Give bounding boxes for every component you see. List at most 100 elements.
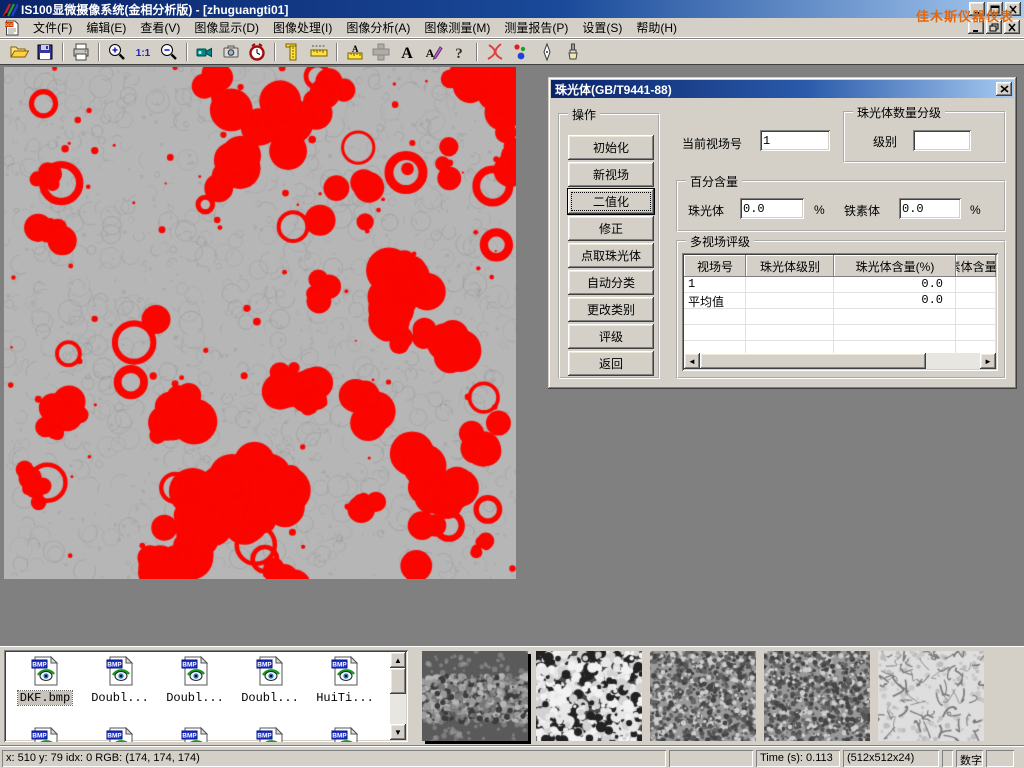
status-panel: x: 510 y: 79 idx: 0 RGB: (174, 174, 174) (2, 750, 666, 767)
menu-item[interactable]: 图像测量(M) (417, 19, 497, 37)
menu-item[interactable]: 图像处理(I) (266, 19, 339, 37)
scroll-down-icon[interactable]: ▼ (390, 724, 406, 740)
table-column-header[interactable]: 铁素体含量(%) (956, 255, 996, 277)
pick-tool-icon[interactable] (534, 41, 560, 63)
hscroll-thumb[interactable] (700, 353, 926, 369)
filelist-vscrollbar[interactable]: ▲ ▼ (390, 652, 406, 740)
help-icon[interactable]: ? (446, 41, 472, 63)
menu-item[interactable]: 编辑(E) (79, 19, 133, 37)
actual-size-icon[interactable]: 1:1 (130, 41, 156, 63)
menu-item[interactable]: 帮助(H) (629, 19, 684, 37)
grid-icon[interactable] (368, 41, 394, 63)
dialog-title-bar[interactable]: 珠光体(GB/T9441-88) (551, 80, 1014, 98)
status-bar: x: 510 y: 79 idx: 0 RGB: (174, 174, 174)… (0, 745, 1024, 768)
table-row[interactable]: 平均值0.0 (684, 293, 996, 309)
text-icon[interactable]: A (394, 41, 420, 63)
file-item-partial[interactable]: BMP (9, 726, 81, 742)
file-item[interactable]: BMPDoubl... (84, 655, 156, 705)
file-item[interactable]: BMPDoubl... (234, 655, 306, 705)
ferrite-percent-label: 铁素体 (844, 202, 880, 219)
file-name: Doubl... (89, 691, 151, 705)
current-field-input[interactable] (760, 130, 830, 151)
multifield-table[interactable]: 视场号珠光体级别珠光体含量(%)铁素体含量(%) 10.0平均值0.0 ◄ ► (682, 253, 998, 371)
classify-tool-icon[interactable] (508, 41, 534, 63)
metallographic-image[interactable] (4, 67, 516, 579)
table-cell (684, 309, 746, 324)
pearlite-percent-input[interactable] (740, 198, 804, 219)
init-button[interactable]: 初始化 (568, 135, 654, 160)
scroll-right-icon[interactable]: ► (980, 353, 996, 369)
svg-text:1:1: 1:1 (136, 48, 151, 59)
table-cell (834, 325, 956, 340)
table-row[interactable] (684, 309, 996, 325)
menu-item[interactable]: 查看(V) (133, 19, 187, 37)
menu-item[interactable]: 文件(F) (26, 19, 79, 37)
status-panel: 数字 (956, 750, 983, 767)
file-item[interactable]: BMPDKF.bmp (9, 655, 81, 705)
binarize-button[interactable]: 二值化 (568, 189, 654, 214)
file-list[interactable]: ▲ ▼ BMPDKF.bmpBMPDoubl...BMPDoubl...BMPD… (4, 650, 408, 742)
zoom-out-icon[interactable] (156, 41, 182, 63)
application-window: IS100显微摄像系统(金相分析版) - [zhuguangti01] 佳木斯仪… (0, 0, 1024, 768)
measure-text-icon[interactable]: A (342, 41, 368, 63)
table-column-header[interactable]: 珠光体含量(%) (834, 255, 956, 277)
grade-button[interactable]: 评级 (568, 324, 654, 349)
zoom-in-icon[interactable] (104, 41, 130, 63)
file-item-partial[interactable]: BMP (159, 726, 231, 742)
table-cell: 0.0 (834, 277, 956, 292)
pick-pearlite-button[interactable]: 点取珠光体 (568, 243, 654, 268)
svg-text:BMP: BMP (332, 661, 347, 668)
dialog-close-icon[interactable] (996, 82, 1012, 96)
return-button[interactable]: 返回 (568, 351, 654, 376)
save-icon[interactable] (32, 41, 58, 63)
status-panel: Time (s): 0.113 (756, 750, 840, 767)
thumbnail-3[interactable] (650, 651, 756, 741)
table-row[interactable]: 10.0 (684, 277, 996, 293)
thumbnail-4[interactable] (764, 651, 870, 741)
table-hscrollbar[interactable]: ◄ ► (684, 353, 996, 369)
scroll-up-icon[interactable]: ▲ (390, 652, 406, 668)
table-column-header[interactable]: 珠光体级别 (746, 255, 834, 277)
menu-item[interactable]: 设置(S) (575, 19, 629, 37)
status-panel (986, 750, 1014, 767)
grade-input[interactable] (913, 130, 971, 151)
auto-classify-button[interactable]: 自动分类 (568, 270, 654, 295)
change-class-button[interactable]: 更改类别 (568, 297, 654, 322)
pearlite-percent-unit: % (814, 203, 825, 217)
file-item-partial[interactable]: BMP (309, 726, 381, 742)
document-icon: DOC (4, 20, 20, 36)
ferrite-percent-input[interactable] (899, 198, 961, 219)
menu-items: 文件(F)编辑(E)查看(V)图像显示(D)图像处理(I)图像分析(A)图像测量… (26, 19, 684, 36)
caliper-icon[interactable] (280, 41, 306, 63)
table-row[interactable] (684, 325, 996, 341)
thumbnail-5[interactable] (878, 651, 984, 741)
file-item[interactable]: BMPHuiTi... (309, 655, 381, 705)
menu-item[interactable]: 测量报告(P) (497, 19, 575, 37)
camera-capture-icon[interactable] (218, 41, 244, 63)
svg-text:BMP: BMP (107, 732, 122, 739)
timer-icon[interactable] (244, 41, 270, 63)
correct-button[interactable]: 修正 (568, 216, 654, 241)
multifield-group-label: 多视场评级 (686, 233, 754, 250)
curve-tool-icon[interactable] (482, 41, 508, 63)
thumbnail-1[interactable] (422, 651, 528, 741)
title-bar[interactable]: IS100显微摄像系统(金相分析版) - [zhuguangti01] (0, 0, 1024, 18)
print-icon[interactable] (68, 41, 94, 63)
scroll-left-icon[interactable]: ◄ (684, 353, 700, 369)
svg-text:BMP: BMP (182, 661, 197, 668)
brush-tool-icon[interactable] (560, 41, 586, 63)
menu-item[interactable]: 图像分析(A) (339, 19, 417, 37)
table-column-header[interactable]: 视场号 (684, 255, 746, 277)
annotate-icon[interactable]: A (420, 41, 446, 63)
ruler-icon[interactable] (306, 41, 332, 63)
table-cell: 平均值 (684, 293, 746, 308)
vscroll-thumb[interactable] (390, 668, 406, 694)
file-item-partial[interactable]: BMP (234, 726, 306, 742)
file-item-partial[interactable]: BMP (84, 726, 156, 742)
video-capture-icon[interactable] (192, 41, 218, 63)
menu-item[interactable]: 图像显示(D) (187, 19, 266, 37)
thumbnail-2[interactable] (536, 651, 642, 741)
file-item[interactable]: BMPDoubl... (159, 655, 231, 705)
new-field-button[interactable]: 新视场 (568, 162, 654, 187)
open-file-icon[interactable] (6, 41, 32, 63)
